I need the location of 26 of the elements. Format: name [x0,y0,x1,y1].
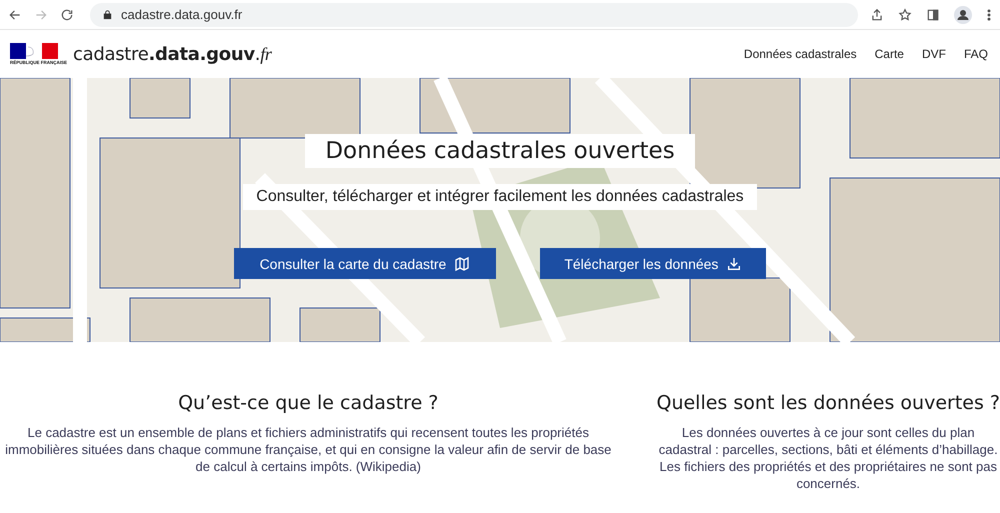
nav-link[interactable]: DVF [922,47,946,61]
nav-link[interactable]: FAQ [964,47,988,61]
more-menu-icon[interactable] [986,8,992,22]
section-text: Les données ouvertes à ce jour sont celles du plan cadastral : parcelles, sections, bâti et éléments d’habillage. Les fichiers des propriétés et des propriétaires ne sont pas concernés. [658,424,999,492]
hero-subtitle: Consulter, télécharger et intégrer facilement les données cadastrales [243,184,757,210]
hero-title: Données cadastrales ouvertes [305,134,695,168]
address-bar[interactable]: cadastre.data.gouv.fr [90,2,858,26]
star-icon[interactable] [898,8,912,22]
section-heading: Quelles sont les données ouvertes ? [656,392,1000,414]
section-text: Le cadastre est un ensemble de plans et fichiers administratifs qui recensent toutes les propriétés immobilières situées dans chaque commune française, et qui en consigne la valeur afin de servir de base de calcul à certains impôts. (Wikipedia) [4,424,612,475]
profile-avatar-icon[interactable] [954,6,972,24]
url-text: cadastre.data.gouv.fr [121,7,242,22]
map-icon [454,256,470,272]
share-icon[interactable] [870,8,884,22]
section-heading: Qu’est-ce que le cadastre ? [178,392,438,414]
lock-icon[interactable] [102,9,113,20]
nav-link[interactable]: Carte [874,47,904,61]
marianne-flag-logo-icon [10,43,58,59]
site-name[interactable]: cadastre.data.gouv.fr [73,44,272,64]
download-button[interactable]: Télécharger les données [540,248,766,279]
side-panel-icon[interactable] [926,8,940,22]
download-icon [726,256,742,272]
map-button[interactable]: Consulter la carte du cadastre [234,248,496,279]
back-arrow-icon[interactable] [8,8,22,22]
reload-icon[interactable] [60,8,74,22]
nav-link[interactable]: Données cadastrales [744,47,857,61]
